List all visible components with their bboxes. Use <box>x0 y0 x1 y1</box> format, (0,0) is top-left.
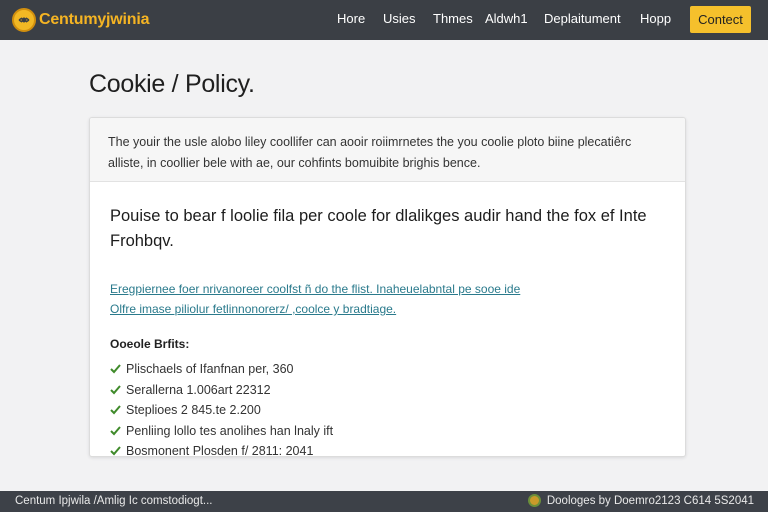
page-title: Cookie / Policy. <box>89 70 255 98</box>
card-body: Pouise to bear f loolie fila per coole f… <box>90 204 685 457</box>
policy-link-manage[interactable]: Olfre imase piliolur fetlinnonorerz/ ,co… <box>110 299 665 319</box>
benefit-text: Plischaels of Ifanfnan per, 360 <box>126 362 294 377</box>
list-item: Bosmonent Plosden f/ 2811: 2041 <box>110 441 665 457</box>
nav-item-about[interactable]: Aldwh1 <box>485 11 528 26</box>
checkmark-icon <box>110 446 126 456</box>
list-item: Penliing lollo tes anolihes han lnaly if… <box>110 421 665 442</box>
nav-item-help[interactable]: Hopp <box>640 11 671 26</box>
checkmark-icon <box>110 426 126 436</box>
benefit-text: Steplioes 2 845.te 2.200 <box>126 403 261 418</box>
benefits-list: Plischaels of Ifanfnan per, 360 Seraller… <box>110 359 665 457</box>
footer-credits-text: Doologes by Doemro2123 C614 5S2041 <box>546 494 754 507</box>
checkmark-icon <box>110 364 126 374</box>
list-item: Serallerna 1.006art 22312 <box>110 380 665 401</box>
benefit-text: Penliing lollo tes anolihes han lnaly if… <box>126 423 334 438</box>
benefits-heading: Ooeole Brfits: <box>110 337 190 351</box>
nav-item-uses[interactable]: Usies <box>383 11 416 26</box>
list-item: Steplioes 2 845.te 2.200 <box>110 400 665 421</box>
nav-item-themes[interactable]: Thmes <box>433 11 473 26</box>
checkmark-icon <box>110 385 126 395</box>
main-nav: Hore Usies Thmes Aldwh1 Deplaitument Hop… <box>0 0 768 40</box>
contact-button[interactable]: Contect <box>690 6 751 33</box>
card-lead: Pouise to bear f loolie fila per coole f… <box>110 207 647 250</box>
list-item: Plischaels of Ifanfnan per, 360 <box>110 359 665 380</box>
policy-link-preferences[interactable]: Eregpiernee foer nrivanoreer coolfst ñ d… <box>110 279 665 299</box>
card-intro: The youir the usle alobo liley coollifer… <box>90 118 685 182</box>
nav-item-department[interactable]: Deplaitument <box>544 11 621 26</box>
benefit-text: Bosmonent Plosden f/ 2811: 2041 <box>126 444 314 457</box>
nav-item-home[interactable]: Hore <box>337 11 365 26</box>
footer: Centum Ipjwila /Amlig Ic comstodiogt... … <box>0 491 768 512</box>
policy-links: Eregpiernee foer nrivanoreer coolfst ñ d… <box>110 279 665 319</box>
globe-icon <box>527 494 541 507</box>
benefit-text: Serallerna 1.006art 22312 <box>126 382 271 397</box>
footer-credits: Doologes by Doemro2123 C614 5S2041 <box>527 494 754 507</box>
policy-card: The youir the usle alobo liley coollifer… <box>89 117 686 457</box>
checkmark-icon <box>110 405 126 415</box>
top-navbar: Centumyjwinia Hore Usies Thmes Aldwh1 De… <box>0 0 768 40</box>
footer-copyright: Centum Ipjwila /Amlig Ic comstodiogt... <box>15 495 213 507</box>
